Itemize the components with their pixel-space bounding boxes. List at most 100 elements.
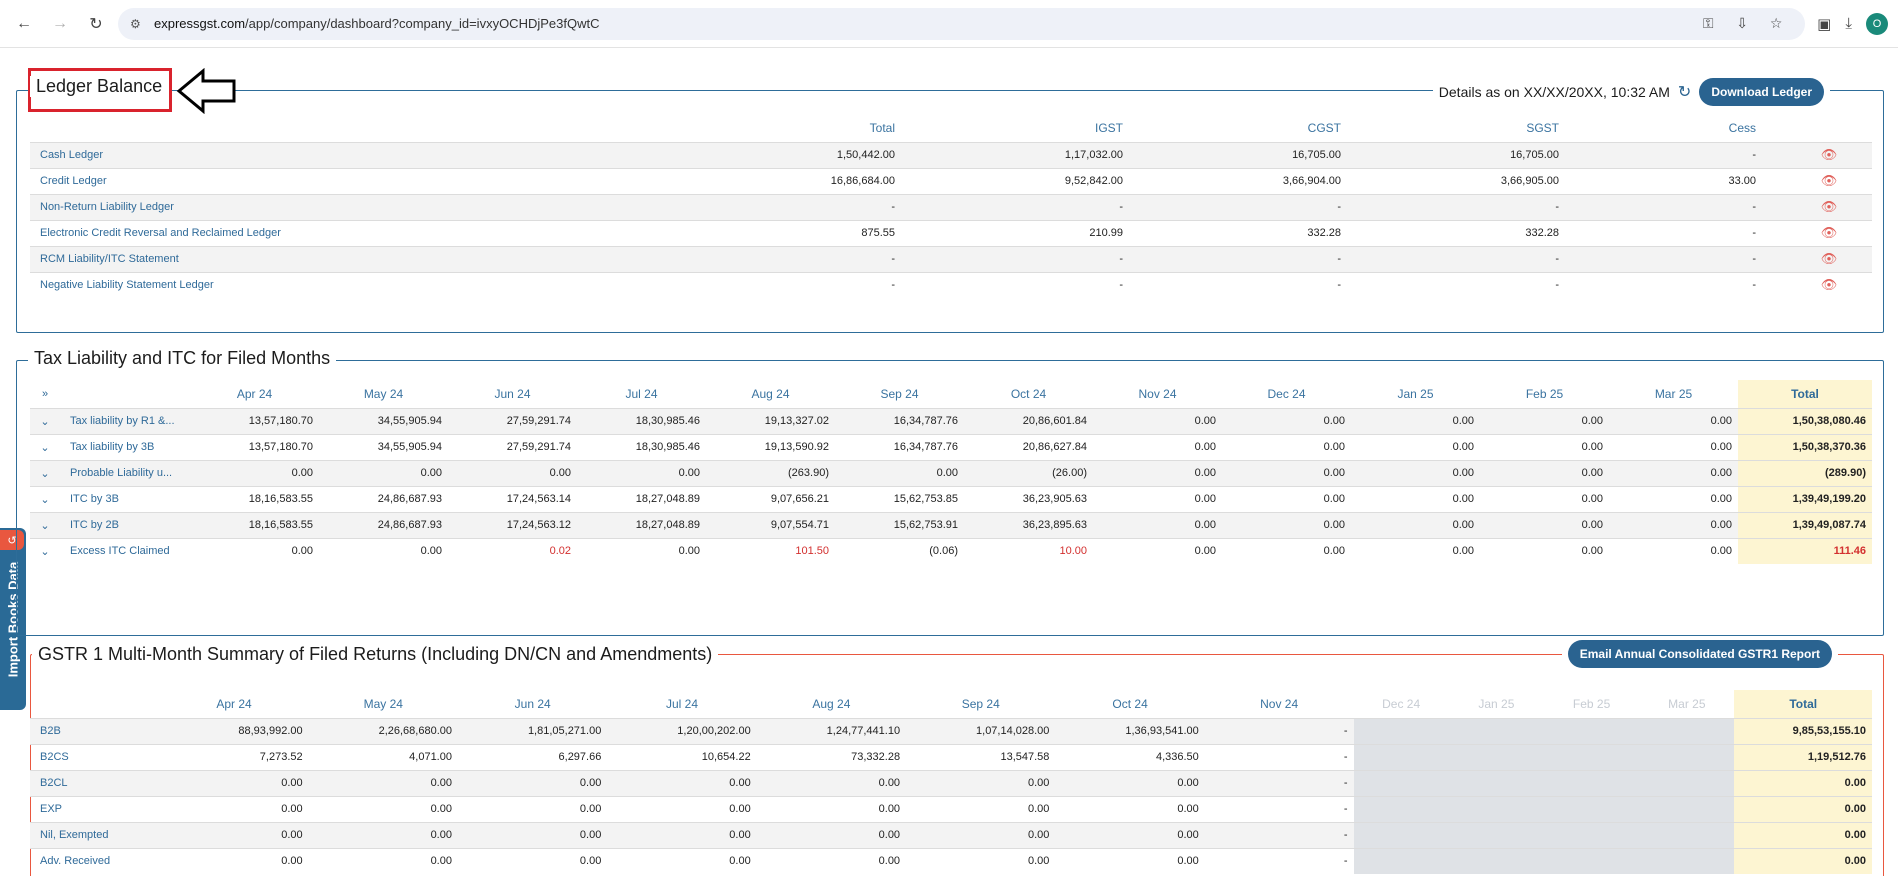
tax-total-header: Total <box>1738 380 1872 408</box>
ledger-row-label[interactable]: Cash Ledger <box>30 141 650 168</box>
gstr1-cell: 0.00 <box>756 847 907 874</box>
gstr1-cell: 7,273.52 <box>159 743 309 770</box>
tax-cell: 18,30,985.46 <box>577 407 706 434</box>
tax-cell: 17,24,563.12 <box>448 511 577 538</box>
profile-avatar[interactable]: O <box>1866 12 1888 35</box>
expand-chevron-icon[interactable]: ⌄ <box>30 433 60 460</box>
view-eye-icon[interactable]: 👁 <box>1786 141 1872 168</box>
install-app-icon[interactable]: ⇩ <box>1725 15 1759 32</box>
tax-cell: 0.00 <box>1093 485 1222 512</box>
gstr1-cell: - <box>1204 847 1354 874</box>
expand-chevron-icon[interactable]: ⌄ <box>30 459 60 486</box>
gstr1-row-total: 0.00 <box>1734 847 1872 874</box>
view-eye-icon[interactable]: 👁 <box>1786 219 1872 246</box>
tax-month-header: Feb 25 <box>1525 386 1564 401</box>
gstr1-row-label[interactable]: B2CS <box>30 743 160 770</box>
ledger-row-label[interactable]: Electronic Credit Reversal and Reclaimed… <box>30 219 650 246</box>
bookmark-star-icon[interactable]: ☆ <box>1759 15 1793 32</box>
gstr1-row-label[interactable]: B2CL <box>30 769 160 796</box>
tax-month-header: Jun 24 <box>494 386 531 401</box>
gstr1-unfiled-cell <box>1639 743 1735 770</box>
address-bar[interactable]: ⚙ expressgst.com/app/company/dashboard?c… <box>118 7 1806 40</box>
gstr1-row-total: 9,85,53,155.10 <box>1734 717 1872 744</box>
view-eye-icon[interactable]: 👁 <box>1786 193 1872 220</box>
gstr1-cell: 0.00 <box>457 795 608 822</box>
ledger-row: Cash Ledger 1,50,442.00 1,17,032.00 16,705.… <box>30 141 1872 168</box>
dashboard-page: ↺ Import Books Data Ledger Balance Detai… <box>0 48 1898 876</box>
email-gstr1-report-button[interactable]: Email Annual Consolidated GSTR1 Report <box>1567 640 1832 668</box>
view-eye-icon[interactable]: 👁 <box>1786 245 1872 272</box>
gstr1-unfiled-cell <box>1448 743 1544 770</box>
expand-chevron-icon[interactable]: ⌄ <box>30 511 60 538</box>
tax-row-label[interactable]: ITC by 2B <box>60 511 190 538</box>
tax-cell: 0.00 <box>1609 537 1738 564</box>
tax-cell: 0.00 <box>319 459 448 486</box>
gstr1-unfiled-cell <box>1639 795 1735 822</box>
gstr1-table-wrap: Apr 24 May 24 Jun 24 Jul 24 Aug 24 Sep 24 Oct … <box>30 690 1872 874</box>
gstr1-cell: 0.00 <box>457 847 608 874</box>
tax-cell: 15,62,753.85 <box>835 485 964 512</box>
gstr1-title: GSTR 1 Multi-Month Summary of Filed Retu… <box>32 644 719 665</box>
tax-cell: 18,16,583.55 <box>190 511 319 538</box>
expand-chevron-icon[interactable]: ⌄ <box>30 485 60 512</box>
tax-row-label[interactable]: Excess ITC Claimed <box>60 537 190 564</box>
ledger-row-label[interactable]: Credit Ledger <box>30 167 650 194</box>
gstr1-cell: - <box>1204 743 1354 770</box>
tax-cell: 0.00 <box>190 459 319 486</box>
view-eye-icon[interactable]: 👁 <box>1786 271 1872 298</box>
tax-row-label[interactable]: Tax liability by R1 &... <box>60 407 190 434</box>
download-ledger-button[interactable]: Download Ledger <box>1699 78 1824 106</box>
expand-chevron-icon[interactable]: ⌄ <box>30 537 60 564</box>
expand-chevron-icon[interactable]: ⌄ <box>30 407 60 434</box>
gstr1-row-label[interactable]: Adv. Received <box>30 847 160 874</box>
gstr1-unfiled-cell <box>1353 847 1449 874</box>
extensions-icon[interactable]: ▣ <box>1817 15 1831 33</box>
tax-cell: 0.00 <box>1480 407 1609 434</box>
tax-row-label[interactable]: ITC by 3B <box>60 485 190 512</box>
ledger-cell: 16,705.00 <box>1213 141 1431 168</box>
gstr1-row-label[interactable]: Nil, Exempted <box>30 821 160 848</box>
ledger-row-label[interactable]: Non-Return Liability Ledger <box>30 193 650 220</box>
gstr1-actions: Email Annual Consolidated GSTR1 Report <box>1561 640 1838 668</box>
refresh-icon[interactable]: ↻ <box>1678 82 1691 102</box>
tax-cell: 0.00 <box>1222 459 1351 486</box>
tax-month-header: Aug 24 <box>751 386 790 401</box>
tax-cell: 0.00 <box>190 537 319 564</box>
tax-row-label[interactable]: Tax liability by 3B <box>60 433 190 460</box>
downloads-icon[interactable]: ⤓ <box>1845 15 1852 32</box>
tax-row-total: (289.90) <box>1738 459 1872 486</box>
gstr1-cell: 4,336.50 <box>1055 743 1205 770</box>
tax-cell: 0.00 <box>1093 459 1222 486</box>
gstr1-unfiled-cell <box>1543 743 1640 770</box>
tax-row-label[interactable]: Probable Liability u... <box>60 459 190 486</box>
gstr1-total-header: Total <box>1734 690 1872 718</box>
gstr1-row: B2B 88,93,992.00 2,26,68,680.00 1,81,05,271… <box>30 717 1872 744</box>
gstr1-cell: 4,071.00 <box>308 743 458 770</box>
forward-icon[interactable]: → <box>46 10 74 38</box>
back-icon[interactable]: ← <box>10 10 38 38</box>
password-key-icon[interactable]: ⚿ <box>1691 15 1725 32</box>
tax-cell: 9,07,554.71 <box>706 511 835 538</box>
gstr1-cell: 0.00 <box>607 821 757 848</box>
ledger-row-label[interactable]: RCM Liability/ITC Statement <box>30 245 650 272</box>
gstr1-cell: 0.00 <box>308 821 458 848</box>
reload-icon[interactable]: ↻ <box>82 10 110 38</box>
gstr1-unfiled-cell <box>1448 795 1544 822</box>
gstr1-cell: - <box>1204 821 1354 848</box>
gstr1-cell: 1,36,93,541.00 <box>1055 717 1205 744</box>
tax-cell: 24,86,687.93 <box>319 485 448 512</box>
ledger-cell: - <box>1213 271 1431 298</box>
tax-cell: 34,55,905.94 <box>319 433 448 460</box>
tax-cell: 27,59,291.74 <box>448 407 577 434</box>
ledger-row-label[interactable]: Negative Liability Statement Ledger <box>30 271 650 298</box>
gstr1-row-total: 1,19,512.76 <box>1734 743 1872 770</box>
tax-row: ⌄ ITC by 2B 18,16,583.55 24,86,687.93 17,24,… <box>30 511 1872 538</box>
tax-cell: 20,86,601.84 <box>964 407 1093 434</box>
gstr1-unfiled-cell <box>1448 717 1544 744</box>
collapse-all-icon[interactable]: » <box>30 380 60 408</box>
ledger-cell: 33.00 <box>1649 167 1786 194</box>
site-info-icon[interactable]: ⚙ <box>130 17 146 31</box>
view-eye-icon[interactable]: 👁 <box>1786 167 1872 194</box>
gstr1-row-label[interactable]: EXP <box>30 795 160 822</box>
gstr1-row-label[interactable]: B2B <box>30 717 160 744</box>
